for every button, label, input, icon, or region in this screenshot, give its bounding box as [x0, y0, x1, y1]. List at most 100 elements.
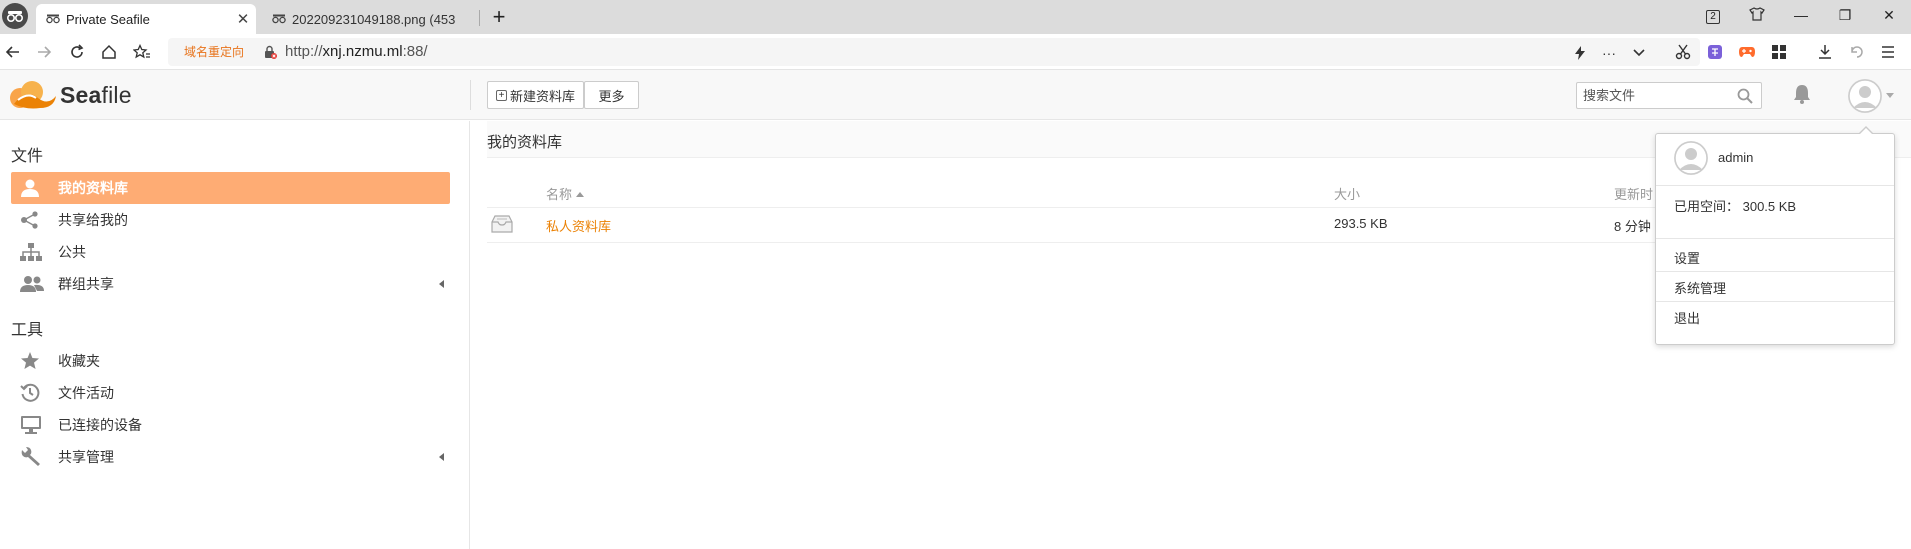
library-size: 293.5 KB: [1334, 216, 1388, 231]
avatar: [1674, 141, 1708, 175]
sidebar-item-label: 公共: [58, 244, 86, 260]
new-library-label: 新建资料库: [510, 88, 576, 104]
menu-item-settings[interactable]: 设置: [1674, 248, 1700, 267]
more-button[interactable]: 更多: [584, 81, 639, 109]
address-bar[interactable]: 域名重定向 http://xnj.nzmu.ml:88/ ···: [168, 38, 1700, 66]
sidebar-item-shared-with-me[interactable]: 共享给我的: [11, 204, 450, 236]
sidebar-item-favorites[interactable]: 收藏夹: [11, 345, 450, 377]
header-divider: [470, 80, 471, 110]
restore-icon[interactable]: ❐: [1823, 7, 1867, 24]
translate-icon[interactable]: [1703, 40, 1727, 64]
sidebar-item-share-admin[interactable]: 共享管理: [11, 441, 450, 473]
undo-icon[interactable]: [1845, 40, 1869, 64]
avatar-caret-down-icon[interactable]: [1886, 93, 1894, 98]
game-controller-icon[interactable]: [1735, 40, 1759, 64]
domain-redirect-badge[interactable]: 域名重定向: [184, 43, 244, 60]
org-chart-icon: [20, 243, 56, 261]
more-label: 更多: [598, 88, 625, 104]
incognito-tab-icon: [272, 14, 286, 24]
menu-item-system-admin[interactable]: 系统管理: [1674, 278, 1726, 297]
tab-image-png[interactable]: 202209231049188.png (453: [262, 4, 482, 34]
tab-title: Private Seafile: [66, 11, 150, 27]
column-header-name[interactable]: 名称: [546, 184, 585, 203]
sidebar-item-label: 已连接的设备: [58, 417, 142, 433]
new-tab-icon[interactable]: +: [486, 4, 512, 30]
page-title: 我的资料库: [487, 134, 563, 151]
apps-grid-icon[interactable]: [1767, 40, 1791, 64]
star-icon: [20, 352, 56, 370]
insecure-lock-icon[interactable]: [263, 45, 277, 62]
sidebar-item-my-libraries[interactable]: 我的资料库: [11, 172, 450, 204]
sidebar-item-file-activities[interactable]: 文件活动: [11, 377, 450, 409]
plus-icon: +: [496, 89, 507, 101]
lightning-icon[interactable]: [1569, 42, 1591, 64]
tools-heading: 工具: [11, 322, 44, 339]
forward-icon[interactable]: [32, 40, 56, 64]
close-tab-icon[interactable]: ✕: [230, 10, 256, 28]
close-window-icon[interactable]: ✕: [1867, 7, 1911, 24]
download-icon[interactable]: [1813, 40, 1837, 64]
url-text[interactable]: http://xnj.nzmu.ml:88/: [285, 43, 428, 60]
search-box: [1576, 82, 1762, 109]
sidebar-item-label: 共享管理: [58, 449, 114, 465]
seafile-logo[interactable]: Seafile: [8, 78, 132, 112]
wrench-icon: [20, 447, 56, 467]
sidebar-item-label: 群组共享: [58, 276, 114, 292]
search-icon[interactable]: [1737, 88, 1753, 107]
history-icon: [20, 383, 56, 403]
sidebar-item-label: 共享给我的: [58, 212, 128, 228]
browser-toolbar: 域名重定向 http://xnj.nzmu.ml:88/ ···: [0, 34, 1911, 70]
sidebar-item-label: 我的资料库: [58, 180, 128, 196]
menu-item-logout[interactable]: 退出: [1674, 308, 1700, 327]
incognito-tab-icon: [46, 14, 60, 24]
sort-up-icon[interactable]: [576, 192, 585, 197]
avatar[interactable]: [1848, 79, 1882, 113]
caret-left-icon[interactable]: [439, 280, 444, 288]
shirt-skin-icon[interactable]: [1735, 6, 1779, 24]
divider: [1656, 185, 1894, 186]
sidebar-item-group-shares[interactable]: 群组共享: [11, 268, 450, 300]
library-updated: 8 分钟: [1614, 219, 1651, 234]
menu-icon[interactable]: [1876, 40, 1900, 64]
tab-private-seafile[interactable]: Private Seafile ✕: [36, 4, 256, 34]
column-header-size[interactable]: 大小: [1334, 184, 1360, 203]
group-icon: [20, 275, 56, 293]
tab-count-icon[interactable]: 2: [1691, 6, 1735, 24]
chevron-down-icon[interactable]: [1628, 42, 1650, 64]
table-header-divider: [487, 207, 1857, 208]
divider: [1656, 238, 1894, 239]
table-row-divider: [487, 242, 1857, 243]
minimize-icon[interactable]: —: [1779, 7, 1823, 23]
username: admin: [1718, 150, 1754, 165]
account-dropdown: admin 已用空间： 300.5 KB 设置 系统管理 退出: [1655, 126, 1895, 345]
space-used: 已用空间： 300.5 KB: [1674, 199, 1797, 214]
sidebar-item-public[interactable]: 公共: [11, 236, 450, 268]
reload-icon[interactable]: [65, 40, 89, 64]
bookmarks-star-icon[interactable]: [130, 40, 154, 64]
user-icon: [20, 179, 56, 197]
logo-text: Seafile: [60, 81, 132, 108]
share-icon: [20, 211, 56, 229]
back-icon[interactable]: [1, 40, 25, 64]
search-input[interactable]: [1577, 83, 1727, 108]
files-heading: 文件: [11, 148, 44, 165]
new-library-button[interactable]: + 新建资料库: [487, 81, 585, 109]
scissors-icon[interactable]: [1671, 40, 1695, 64]
library-icon: [491, 214, 513, 237]
caret-left-icon[interactable]: [439, 453, 444, 461]
more-options-icon[interactable]: ···: [1598, 42, 1620, 64]
sidebar-item-linked-devices[interactable]: 已连接的设备: [11, 409, 450, 441]
sidebar-item-label: 收藏夹: [58, 353, 100, 369]
browser-tab-bar: Private Seafile ✕ 202209231049188.png (4…: [0, 0, 1911, 34]
incognito-icon[interactable]: [2, 3, 28, 29]
divider: [1656, 271, 1894, 272]
library-name-link[interactable]: 私人资料库: [546, 216, 611, 235]
column-header-updated[interactable]: 更新时: [1614, 184, 1653, 203]
sidebar-item-label: 文件活动: [58, 385, 114, 401]
divider: [1656, 301, 1894, 302]
home-icon[interactable]: [97, 40, 121, 64]
window-controls: 2 — ❐ ✕: [1691, 0, 1911, 30]
seafile-header: Seafile + 新建资料库 更多: [0, 70, 1911, 120]
seafile-logo-icon: [10, 81, 56, 109]
bell-icon[interactable]: [1793, 84, 1811, 107]
